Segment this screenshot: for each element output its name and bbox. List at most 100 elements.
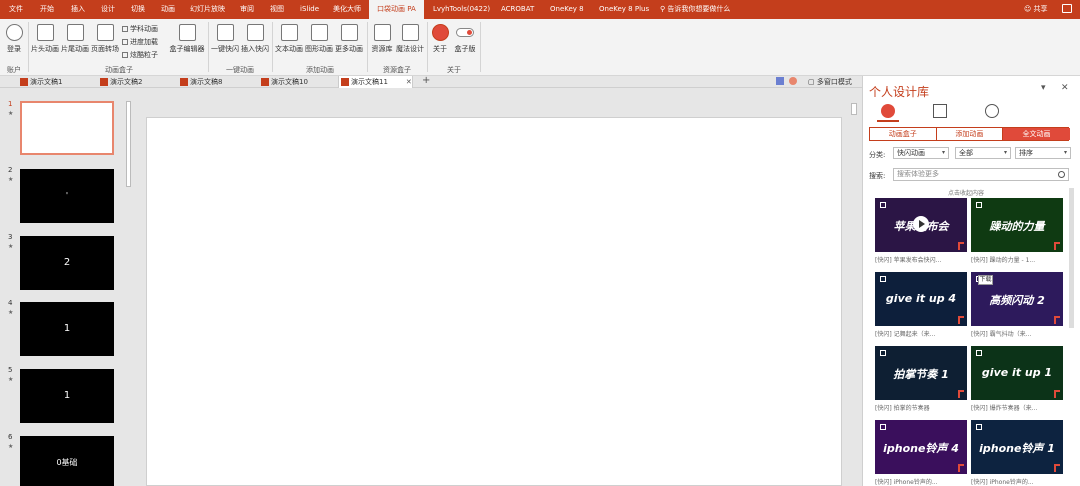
all-select[interactable]: 全部 ▾ (955, 147, 1011, 159)
template-preview[interactable]: iphone铃声 4 (875, 420, 967, 474)
tab-transitions[interactable]: 切换 (131, 0, 145, 19)
outro-animation-button[interactable]: 片尾动画 (61, 24, 89, 54)
save-icon[interactable] (933, 104, 947, 118)
group-separator (272, 22, 273, 72)
panel-title: 个人设计库 (869, 85, 930, 99)
tab-file[interactable]: 文件 (9, 0, 23, 19)
search-icon[interactable] (1058, 171, 1065, 178)
sort-select[interactable]: 排序 ▾ (1015, 147, 1071, 159)
tab-pocket-animation[interactable]: 口袋动画 PA (369, 0, 424, 19)
template-card[interactable]: iphone铃声 4 [快闪] iPhone铃声的... (875, 420, 967, 486)
template-preview[interactable]: iphone铃声 1 (971, 420, 1063, 474)
insert-flash-button[interactable]: 插入快闪 (241, 24, 269, 54)
tab-design[interactable]: 设计 (101, 0, 115, 19)
panel-scrollbar[interactable] (1069, 188, 1075, 486)
magic-design-button[interactable]: 魔法设计 (396, 24, 424, 54)
text-animation-button[interactable]: 文本动画 (275, 24, 303, 54)
thumbnails-scrollbar[interactable] (125, 101, 132, 486)
doc-tab-1[interactable]: 演示文稿1 (18, 76, 62, 88)
login-button[interactable]: 登录 (5, 24, 23, 54)
doc-tab-11[interactable]: 演示文稿11 ✕ (338, 76, 413, 88)
music-note-icon (958, 242, 964, 250)
group-separator (367, 22, 368, 72)
doc-tab-8[interactable]: 演示文稿8 (178, 76, 222, 88)
tab-meihua[interactable]: 美化大师 (333, 0, 361, 19)
settings-icon[interactable] (776, 77, 784, 85)
doc-tab-10[interactable]: 演示文稿10 (259, 76, 308, 88)
template-preview[interactable]: 拍掌节奏 1 (875, 346, 967, 400)
lightbulb-icon[interactable] (985, 104, 999, 118)
download-tooltip[interactable]: 下载 (978, 275, 993, 285)
new-tab-button[interactable]: + (422, 75, 430, 86)
animation-star-icon: ★ (8, 176, 14, 183)
scrollbar-thumb[interactable] (851, 103, 857, 115)
slide-thumbnail[interactable]: 0基础 (20, 436, 114, 486)
tab-slideshow[interactable]: 幻灯片放映 (190, 0, 225, 19)
share-button[interactable]: ☺ 共享 (1024, 0, 1048, 19)
group-separator (427, 22, 428, 72)
tab-home[interactable]: 开始 (40, 0, 54, 19)
multi-window-button[interactable]: ▢ 多窗口模式 (808, 76, 852, 88)
segment-add-animation[interactable]: 添加动画 (937, 128, 1004, 140)
template-card[interactable]: give it up 4 [快闪] 记舞起来（来... (875, 272, 967, 338)
tab-acrobat[interactable]: ACROBAT (501, 0, 534, 19)
slide-thumbnail[interactable]: ' (20, 169, 114, 223)
tab-view[interactable]: 视图 (270, 0, 284, 19)
close-icon[interactable]: ✕ (406, 78, 412, 86)
subject-animation-button[interactable]: 学科动画 (122, 24, 158, 34)
logo-icon (976, 424, 982, 430)
template-card[interactable]: iphone铃声 1 [快闪] iPhone铃声的... (971, 420, 1063, 486)
one-click-flash-button[interactable]: 一键快闪 (211, 24, 239, 54)
tab-islide[interactable]: iSlide (300, 0, 319, 19)
doc-tab-2[interactable]: 演示文稿2 (98, 76, 142, 88)
template-card[interactable]: 躁动的力量 [快闪] 躁动的力量 - 1... (971, 198, 1063, 264)
template-preview[interactable]: give it up 1 (971, 346, 1063, 400)
play-icon[interactable] (913, 216, 929, 232)
slide-canvas[interactable] (146, 117, 842, 486)
progress-loading-button[interactable]: 进度加载 (122, 37, 158, 47)
music-note-icon (1054, 242, 1060, 250)
template-preview[interactable]: give it up 4 (875, 272, 967, 326)
animation-box-icon[interactable] (881, 104, 895, 118)
comment-icon[interactable] (1062, 4, 1072, 13)
person-icon: ☺ (1024, 5, 1034, 13)
tab-review[interactable]: 审阅 (240, 0, 254, 19)
category-select[interactable]: 快闪动画 ▾ (893, 147, 949, 159)
gear-icon[interactable] (789, 77, 797, 85)
tab-onekey8-plus[interactable]: OneKey 8 Plus (599, 0, 649, 19)
shape-icon (310, 24, 328, 41)
template-card[interactable]: 苹果发布会 [快闪] 苹果发布会快闪... (875, 198, 967, 264)
about-button[interactable]: 关于 (430, 24, 450, 54)
tab-insert[interactable]: 插入 (71, 0, 85, 19)
slide-thumbnail[interactable]: 1 (20, 369, 114, 423)
editor-scrollbar[interactable] (850, 93, 858, 486)
slide-thumbnail[interactable]: 2 (20, 236, 114, 290)
intro-animation-button[interactable]: 片头动画 (31, 24, 59, 54)
shape-animation-button[interactable]: 图形动画 (305, 24, 333, 54)
more-animation-button[interactable]: 更多动画 (335, 24, 363, 54)
template-preview[interactable]: 躁动的力量 (971, 198, 1063, 252)
box-editor-button[interactable]: 盒子编辑器 (169, 24, 205, 54)
segment-full-animation[interactable]: 全文动画 (1003, 128, 1070, 140)
template-preview[interactable]: 苹果发布会 (875, 198, 967, 252)
box-edition-toggle[interactable]: 盒子版 (453, 24, 477, 54)
tab-lvyhtools[interactable]: LvyhTools(0422) (433, 0, 490, 19)
slide-thumbnail[interactable]: 1 (20, 302, 114, 356)
search-input[interactable]: 搜索体验更多 (893, 168, 1069, 181)
tell-me-search[interactable]: ⚲ 告诉我你想要做什么 (660, 0, 730, 19)
page-transition-button[interactable]: 页面转场 (91, 24, 119, 54)
particles-button[interactable]: 炫酷粒子 (122, 50, 158, 60)
resource-library-button[interactable]: 资源库 (370, 24, 394, 54)
slide-thumbnail[interactable] (20, 101, 114, 155)
scrollbar-thumb[interactable] (126, 101, 131, 187)
close-icon[interactable]: ✕ (1061, 83, 1069, 93)
segment-animation-box[interactable]: 动画盒子 (870, 128, 937, 140)
template-card[interactable]: give it up 1 [快闪] 爆炸节奏器（来... (971, 346, 1063, 412)
collapse-hint[interactable]: 点击收起内容 (863, 188, 1069, 197)
scrollbar-thumb[interactable] (1069, 188, 1074, 328)
chevron-down-icon: ▾ (941, 149, 945, 156)
tab-onekey8[interactable]: OneKey 8 (550, 0, 584, 19)
dropdown-arrow-icon[interactable]: ▾ (1041, 83, 1046, 93)
template-card[interactable]: 拍掌节奏 1 [快闪] 拍掌的节奏器 (875, 346, 967, 412)
tab-animations[interactable]: 动画 (161, 0, 175, 19)
